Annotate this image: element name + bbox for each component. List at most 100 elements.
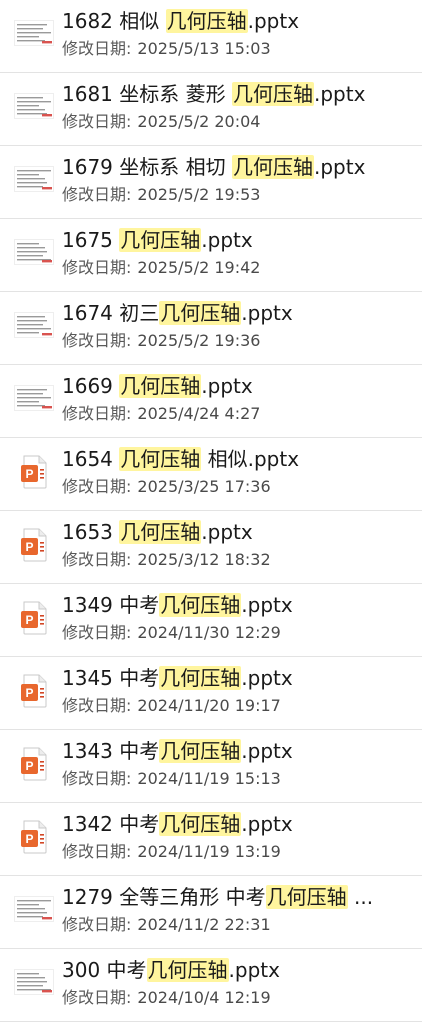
modified-date: 修改日期: 2025/4/24 4:27 — [62, 403, 260, 425]
svg-text:P: P — [25, 832, 33, 846]
modified-date-label: 修改日期: — [62, 185, 132, 204]
powerpoint-icon: P — [21, 747, 47, 781]
slide-thumbnail-icon — [14, 312, 54, 338]
file-list-item[interactable]: 1675 几何压轴.pptx 修改日期: 2025/5/2 19:42 — [0, 219, 422, 292]
svg-text:P: P — [25, 686, 33, 700]
modified-date: 修改日期: 2024/11/20 19:17 — [62, 695, 281, 717]
powerpoint-icon: P — [21, 601, 47, 635]
slide-thumbnail-icon — [14, 93, 54, 119]
search-match-highlight: 几何压轴 — [165, 9, 248, 33]
modified-date-label: 修改日期: — [62, 477, 132, 496]
modified-date-label: 修改日期: — [62, 696, 132, 715]
file-name: 1674 初三几何压轴.pptx — [62, 298, 416, 328]
modified-date-label: 修改日期: — [62, 258, 132, 277]
modified-date-label: 修改日期: — [62, 769, 132, 788]
file-number: 1675 — [62, 228, 120, 252]
file-number: 1681 — [62, 82, 120, 106]
file-name: 1654 几何压轴 相似.pptx — [62, 444, 416, 474]
file-name: 1349 中考几何压轴.pptx — [62, 590, 416, 620]
file-name: 1342 中考几何压轴.pptx — [62, 809, 416, 839]
file-name: 1679 坐标系 相切 几何压轴.pptx — [62, 152, 416, 182]
modified-date-label: 修改日期: — [62, 988, 132, 1007]
modified-date-value: 2025/5/13 15:03 — [137, 39, 271, 58]
file-list-item[interactable]: 1669 几何压轴.pptx 修改日期: 2025/4/24 4:27 — [0, 365, 422, 438]
file-name-suffix: .pptx — [228, 958, 280, 982]
modified-date-value: 2024/11/19 15:13 — [137, 769, 281, 788]
file-name-prefix: 坐标系 相切 — [119, 155, 232, 179]
modified-date-label: 修改日期: — [62, 550, 132, 569]
search-match-highlight: 几何压轴 — [159, 739, 242, 763]
file-name-suffix: .pptx — [241, 301, 293, 325]
svg-text:P: P — [25, 467, 33, 481]
search-match-highlight: 几何压轴 — [159, 666, 242, 690]
file-number: 1654 — [62, 447, 120, 471]
file-name-prefix: 相似 — [119, 9, 166, 33]
modified-date: 修改日期: 2025/5/2 19:53 — [62, 184, 260, 206]
file-name: 1653 几何压轴.pptx — [62, 517, 416, 547]
file-number: 1674 — [62, 301, 120, 325]
modified-date: 修改日期: 2025/5/2 19:36 — [62, 330, 260, 352]
file-list-item[interactable]: 1681 坐标系 菱形 几何压轴.pptx 修改日期: 2025/5/2 20:04 — [0, 73, 422, 146]
file-number: 1349 — [62, 593, 120, 617]
search-match-highlight: 几何压轴 — [119, 228, 202, 252]
modified-date-label: 修改日期: — [62, 842, 132, 861]
file-list-item[interactable]: 1674 初三几何压轴.pptx 修改日期: 2025/5/2 19:36 — [0, 292, 422, 365]
file-list-item[interactable]: P 1349 中考几何压轴.pptx 修改日期: 2024/11/30 12:29 — [0, 584, 422, 657]
modified-date-value: 2025/3/12 18:32 — [137, 550, 271, 569]
search-match-highlight: 几何压轴 — [119, 520, 202, 544]
file-list-item[interactable]: P 1342 中考几何压轴.pptx 修改日期: 2024/11/19 13:19 — [0, 803, 422, 876]
svg-text:P: P — [25, 613, 33, 627]
modified-date-value: 2024/11/30 12:29 — [137, 623, 281, 642]
modified-date-label: 修改日期: — [62, 915, 132, 934]
modified-date: 修改日期: 2025/5/2 19:42 — [62, 257, 260, 279]
slide-thumbnail-icon — [14, 239, 54, 265]
file-name: 1343 中考几何压轴.pptx — [62, 736, 416, 766]
powerpoint-icon: P — [21, 455, 47, 489]
file-list-item[interactable]: 1279 全等三角形 中考几何压轴 ... 修改日期: 2024/11/2 22:3… — [0, 876, 422, 949]
modified-date: 修改日期: 2024/11/19 13:19 — [62, 841, 281, 863]
svg-text:P: P — [25, 759, 33, 773]
modified-date-value: 2024/11/19 13:19 — [137, 842, 281, 861]
file-name-prefix: 初三 — [119, 301, 160, 325]
modified-date-value: 2025/4/24 4:27 — [137, 404, 261, 423]
modified-date-label: 修改日期: — [62, 623, 132, 642]
slide-thumbnail-icon — [14, 385, 54, 411]
file-name: 1682 相似 几何压轴.pptx — [62, 6, 416, 36]
file-name: 1279 全等三角形 中考几何压轴 ... — [62, 882, 416, 912]
modified-date-value: 2024/11/20 19:17 — [137, 696, 281, 715]
file-list-item[interactable]: P 1653 几何压轴.pptx 修改日期: 2025/3/12 18:32 — [0, 511, 422, 584]
modified-date-label: 修改日期: — [62, 39, 132, 58]
powerpoint-icon: P — [21, 674, 47, 708]
file-name-suffix: .pptx — [241, 812, 293, 836]
file-number: 1669 — [62, 374, 120, 398]
search-match-highlight: 几何压轴 — [231, 82, 314, 106]
file-name: 1681 坐标系 菱形 几何压轴.pptx — [62, 79, 416, 109]
search-match-highlight: 几何压轴 — [231, 155, 314, 179]
file-list-item[interactable]: 1682 相似 几何压轴.pptx 修改日期: 2025/5/13 15:03 — [0, 0, 422, 73]
powerpoint-icon: P — [21, 528, 47, 562]
file-list-item[interactable]: P 1345 中考几何压轴.pptx 修改日期: 2024/11/20 19:17 — [0, 657, 422, 730]
modified-date-value: 2025/5/2 19:42 — [137, 258, 261, 277]
modified-date-value: 2025/5/2 19:36 — [137, 331, 261, 350]
file-name-suffix: 相似.pptx — [201, 447, 300, 471]
slide-thumbnail-icon — [14, 896, 54, 922]
file-list-item[interactable]: P 1654 几何压轴 相似.pptx 修改日期: 2025/3/25 17:36 — [0, 438, 422, 511]
file-number: 1279 — [62, 885, 120, 909]
file-name-suffix: .pptx — [241, 593, 293, 617]
file-name: 1669 几何压轴.pptx — [62, 371, 416, 401]
search-match-highlight: 几何压轴 — [265, 885, 348, 909]
modified-date-value: 2025/3/25 17:36 — [137, 477, 271, 496]
modified-date-value: 2025/5/2 20:04 — [137, 112, 261, 131]
modified-date: 修改日期: 2025/3/12 18:32 — [62, 549, 271, 571]
file-list-item[interactable]: 300 中考几何压轴.pptx 修改日期: 2024/10/4 12:19 — [0, 949, 422, 1022]
file-name: 1345 中考几何压轴.pptx — [62, 663, 416, 693]
file-list-item[interactable]: P 1343 中考几何压轴.pptx 修改日期: 2024/11/19 15:13 — [0, 730, 422, 803]
file-name-suffix: .pptx — [201, 374, 253, 398]
file-list-item[interactable]: 1679 坐标系 相切 几何压轴.pptx 修改日期: 2025/5/2 19:53 — [0, 146, 422, 219]
file-number: 1679 — [62, 155, 120, 179]
file-name-prefix: 中考 — [119, 593, 160, 617]
slide-thumbnail-icon — [14, 969, 54, 995]
file-name-prefix: 中考 — [119, 812, 160, 836]
powerpoint-icon: P — [21, 820, 47, 854]
search-match-highlight: 几何压轴 — [159, 593, 242, 617]
